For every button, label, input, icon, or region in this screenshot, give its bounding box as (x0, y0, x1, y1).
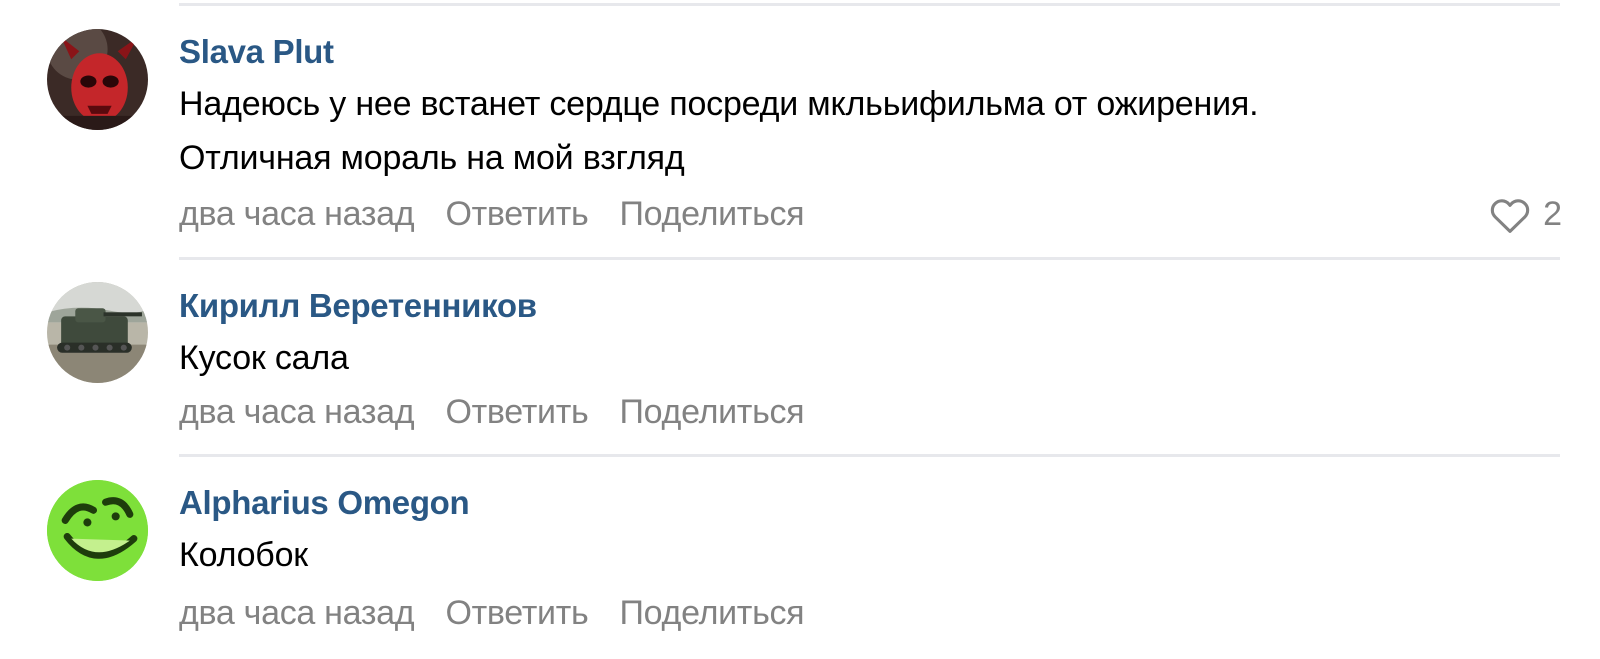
share-button[interactable]: Поделиться (620, 195, 805, 233)
comment-divider (179, 257, 1560, 260)
comment-time[interactable]: два часа назад (179, 393, 415, 431)
red-skull-avatar-icon (47, 29, 148, 130)
comment-text-line: Отличная мораль на мой взгляд (179, 139, 685, 177)
comment-text-line: Надеюсь у нее встанет сердце посреди мкл… (179, 85, 1259, 123)
share-button[interactable]: Поделиться (620, 594, 805, 632)
comment-author[interactable]: Slava Plut (179, 33, 334, 71)
green-smiley-avatar-icon (47, 480, 148, 581)
comment-divider (179, 454, 1560, 457)
comment-author[interactable]: Кирилл Веретенников (179, 287, 537, 325)
avatar[interactable] (47, 480, 148, 581)
like-count: 2 (1543, 195, 1562, 233)
reply-button[interactable]: Ответить (445, 393, 588, 431)
comment-text-line: Кусок сала (179, 339, 349, 377)
comment-actions: два часа назад Ответить Поделиться (179, 195, 826, 234)
comment-actions: два часа назад Ответить Поделиться (179, 393, 826, 432)
comment-text: Надеюсь у нее встанет сердце посреди мкл… (179, 77, 1259, 185)
share-button[interactable]: Поделиться (620, 393, 805, 431)
reply-button[interactable]: Ответить (445, 594, 588, 632)
avatar[interactable] (47, 29, 148, 130)
comment-time[interactable]: два часа назад (179, 594, 415, 632)
comment-actions: два часа назад Ответить Поделиться (179, 594, 826, 633)
comment-text-line: Колобок (179, 536, 308, 574)
comment-author[interactable]: Alpharius Omegon (179, 484, 470, 522)
tank-photo-avatar-icon (47, 282, 148, 383)
like-button[interactable]: 2 (1489, 195, 1562, 234)
comment-text: Колобок (179, 528, 308, 582)
comment-time[interactable]: два часа назад (179, 195, 415, 233)
top-divider (179, 3, 1560, 6)
comment-text: Кусок сала (179, 331, 349, 385)
heart-icon (1490, 198, 1530, 233)
avatar[interactable] (47, 282, 148, 383)
reply-button[interactable]: Ответить (445, 195, 588, 233)
